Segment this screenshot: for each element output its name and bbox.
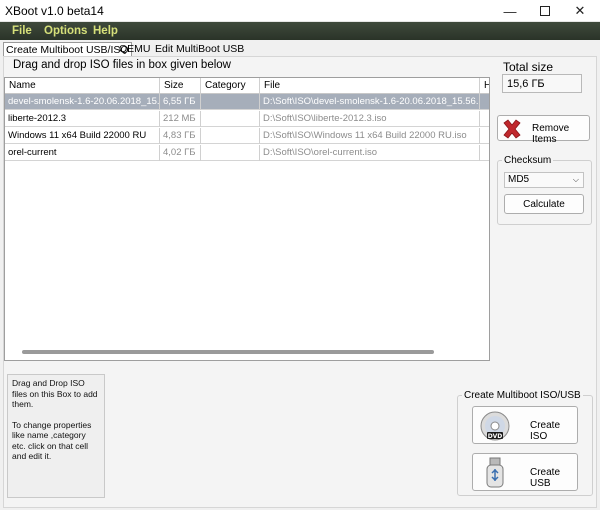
tab-qemu[interactable]: QEMU	[117, 42, 153, 57]
col-file[interactable]: File	[260, 78, 480, 94]
table-row[interactable]: Windows 11 x64 Build 22000 RU 4,83 ГБ D:…	[5, 128, 489, 144]
create-group-label: Create Multiboot ISO/USB	[462, 390, 583, 401]
minimize-icon: —	[503, 3, 517, 19]
usb-drive-icon	[486, 457, 504, 488]
maximize-icon	[540, 6, 550, 16]
checksum-label: Checksum	[502, 155, 554, 166]
table-row[interactable]: orel-current 4,02 ГБ D:\Soft\ISO\orel-cu…	[5, 145, 489, 161]
col-size[interactable]: Size	[160, 78, 201, 94]
minimize-button[interactable]: —	[492, 0, 528, 22]
create-iso-label: Create ISO	[530, 420, 561, 442]
iso-grid[interactable]: Name Size Category File H devel-smolensk…	[4, 77, 490, 361]
col-h[interactable]: H	[480, 78, 489, 94]
chevron-down-icon: ⌵	[572, 175, 579, 184]
cell-name[interactable]: liberte-2012.3	[5, 111, 160, 127]
col-category[interactable]: Category	[201, 78, 260, 94]
remove-x-icon	[503, 119, 521, 139]
cell-category[interactable]	[201, 111, 260, 127]
cell-name[interactable]: devel-smolensk-1.6-20.06.2018_15.56	[5, 94, 160, 110]
cell-name[interactable]: orel-current	[5, 145, 160, 161]
table-row[interactable]: devel-smolensk-1.6-20.06.2018_15.56 6,55…	[5, 94, 489, 110]
cell-file[interactable]: D:\Soft\ISO\devel-smolensk-1.6-20.06.201…	[260, 94, 480, 110]
remove-items-label: Remove Items	[532, 123, 570, 145]
cell-category[interactable]	[201, 128, 260, 144]
table-row[interactable]: liberte-2012.3 212 МБ D:\Soft\ISO\libert…	[5, 111, 489, 127]
horizontal-scrollbar[interactable]	[22, 350, 434, 354]
svg-text:DVD: DVD	[488, 433, 503, 440]
dvd-icon: DVD	[480, 411, 510, 441]
drag-hint: Drag and drop ISO files in box given bel…	[13, 59, 231, 71]
create-usb-label: Create USB	[530, 467, 561, 489]
info-box: Drag and Drop ISO files on this Box to a…	[7, 374, 105, 498]
close-button[interactable]: ✕	[562, 0, 598, 22]
grid-header: Name Size Category File H	[5, 78, 489, 94]
title-bar: XBoot v1.0 beta14 — ✕	[0, 0, 600, 22]
cell-name[interactable]: Windows 11 x64 Build 22000 RU	[5, 128, 160, 144]
menu-help[interactable]: Help	[93, 25, 118, 37]
menu-options[interactable]: Options	[44, 25, 87, 37]
cell-size[interactable]: 4,83 ГБ	[160, 128, 201, 144]
maximize-button[interactable]	[527, 0, 563, 22]
remove-items-button[interactable]: Remove Items	[497, 115, 590, 145]
checksum-selected: MD5	[508, 174, 530, 185]
close-icon: ✕	[574, 3, 586, 18]
cell-size[interactable]: 6,55 ГБ	[160, 94, 201, 110]
cell-file[interactable]: D:\Soft\ISO\Windows 11 x64 Build 22000 R…	[260, 128, 480, 144]
cell-file[interactable]: D:\Soft\ISO\liberte-2012.3.iso	[260, 111, 480, 127]
create-usb-button[interactable]: Create USB	[472, 453, 578, 491]
cell-category[interactable]	[201, 94, 260, 110]
info-text-1: Drag and Drop ISO files on this Box to a…	[12, 378, 98, 409]
create-iso-button[interactable]: DVD Create ISO	[472, 406, 578, 444]
cell-size[interactable]: 212 МБ	[160, 111, 201, 127]
cell-size[interactable]: 4,02 ГБ	[160, 145, 201, 161]
tab-edit-multiboot[interactable]: Edit MultiBoot USB	[153, 42, 246, 57]
cell-file[interactable]: D:\Soft\ISO\orel-current.iso	[260, 145, 480, 161]
total-size-label: Total size	[503, 60, 554, 74]
total-size-value: 15,6 ГБ	[502, 74, 582, 93]
calculate-button[interactable]: Calculate	[504, 194, 584, 214]
col-name[interactable]: Name	[5, 78, 160, 94]
info-text-2: To change properties like name ,category…	[12, 419, 92, 462]
cell-category[interactable]	[201, 145, 260, 161]
window-title: XBoot v1.0 beta14	[5, 4, 104, 18]
checksum-group: Checksum	[497, 155, 592, 225]
tab-create-multiboot[interactable]: Create Multiboot USB/ISO	[3, 42, 132, 57]
menu-bar: File Options Help	[0, 22, 600, 40]
checksum-select[interactable]: MD5 ⌵	[504, 172, 584, 188]
menu-file[interactable]: File	[12, 25, 32, 37]
